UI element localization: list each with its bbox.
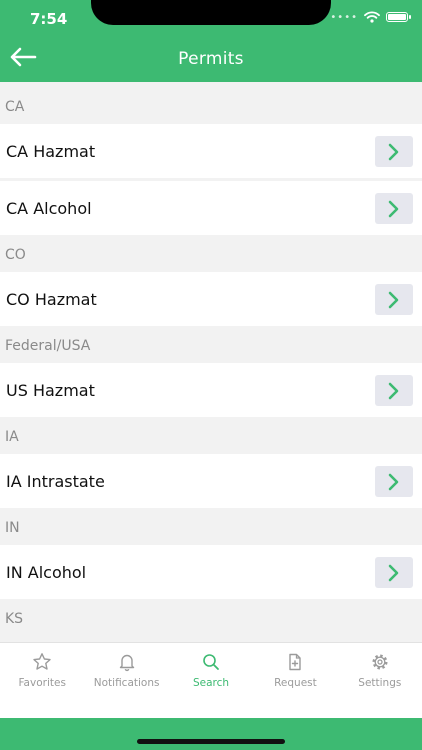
chevron-right-icon	[388, 200, 399, 217]
permits-list: CA CA Hazmat CA Alcohol CO CO Hazmat Fed…	[0, 90, 422, 636]
search-icon	[203, 654, 219, 670]
list-item-label: CO Hazmat	[6, 289, 97, 309]
list-item-label: CA Hazmat	[6, 141, 96, 161]
signal-dots-icon: ••••	[330, 11, 358, 23]
status-icons: ••••	[330, 11, 411, 23]
section-header-in: IN	[0, 511, 422, 545]
chevron-right-icon	[388, 564, 399, 581]
tab-label: Search	[192, 677, 230, 689]
section-header-co: CO	[0, 238, 422, 272]
list-item[interactable]: CO Hazmat	[0, 272, 422, 326]
wifi-icon	[364, 11, 380, 23]
open-detail-button[interactable]	[375, 557, 413, 588]
list-item-label: CA Alcohol	[6, 198, 92, 218]
chevron-right-icon	[388, 382, 399, 399]
chevron-right-icon	[388, 291, 399, 308]
document-add-icon	[289, 653, 302, 671]
status-time: 7:54	[30, 10, 68, 28]
list-item[interactable]: US Hazmat	[0, 363, 422, 417]
bell-icon	[119, 654, 134, 672]
list-item-label: US Hazmat	[6, 380, 95, 400]
tab-label: Request	[274, 677, 317, 689]
tab-bar: Favorites Notifications Search Request S…	[0, 642, 422, 719]
chevron-right-icon	[388, 473, 399, 490]
list-item[interactable]: CA Hazmat	[0, 124, 422, 178]
tab-label: Notifications	[93, 677, 160, 689]
open-detail-button[interactable]	[375, 466, 413, 497]
open-detail-button[interactable]	[375, 375, 413, 406]
list-item[interactable]: IN Alcohol	[0, 545, 422, 599]
chevron-right-icon	[388, 143, 399, 160]
tab-label: Favorites	[18, 677, 66, 689]
tab-favorites[interactable]: Favorites	[0, 643, 84, 719]
list-item-label: IA Intrastate	[6, 471, 105, 491]
gear-icon	[372, 654, 388, 670]
battery-icon	[386, 12, 411, 22]
open-detail-button[interactable]	[375, 136, 413, 167]
list-item[interactable]: IA Intrastate	[0, 454, 422, 508]
star-icon	[33, 653, 51, 670]
open-detail-button[interactable]	[375, 284, 413, 315]
open-detail-button[interactable]	[375, 193, 413, 224]
page-title: Permits	[178, 49, 244, 69]
tab-notifications[interactable]: Notifications	[84, 643, 168, 719]
home-indicator[interactable]	[137, 739, 285, 744]
navigation-header: 7:54 •••• Permits	[0, 0, 422, 82]
list-item-label: IN Alcohol	[6, 562, 87, 582]
tab-search[interactable]: Search	[169, 643, 253, 719]
list-item[interactable]: CA Alcohol	[0, 181, 422, 235]
bottom-safe-area	[0, 718, 422, 750]
section-header-ia: IA	[0, 420, 422, 454]
section-header-ca: CA	[0, 90, 422, 124]
tab-settings[interactable]: Settings	[338, 643, 422, 719]
section-header-federal: Federal/USA	[0, 329, 422, 363]
section-header-ks: KS	[0, 602, 422, 636]
tab-label: Settings	[358, 677, 402, 689]
device-notch	[91, 0, 331, 25]
tab-request[interactable]: Request	[253, 643, 337, 719]
